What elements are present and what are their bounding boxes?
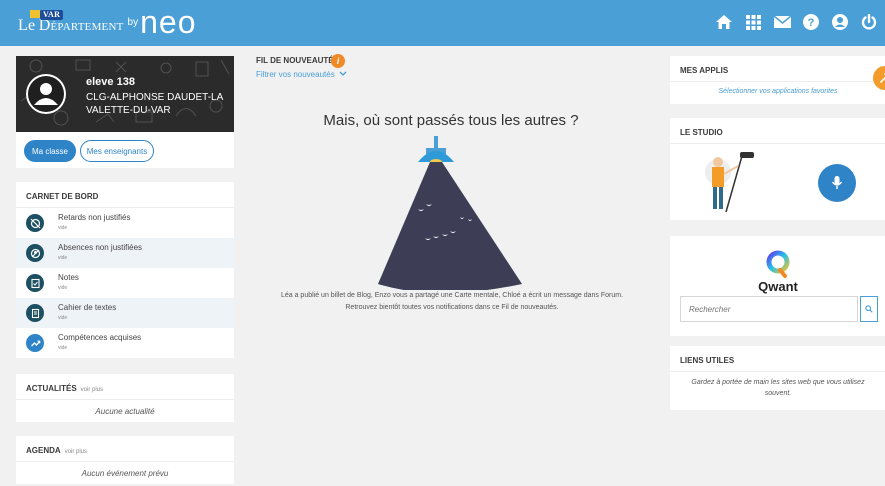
agenda-title: AGENDA voir plus	[16, 436, 234, 462]
carnet-item-retards[interactable]: Retards non justifiés vide	[16, 208, 234, 238]
carnet-item-sub: vide	[58, 255, 68, 261]
qwant-card: Qwant	[670, 236, 885, 336]
var-flag-icon	[30, 10, 40, 18]
qwant-search-input[interactable]	[680, 296, 858, 322]
carnet-item-notes[interactable]: Notes vide	[16, 268, 234, 298]
agenda-empty-message: Aucun événement prévu	[81, 469, 169, 478]
chevron-down-icon	[339, 71, 347, 76]
svg-text:?: ?	[808, 17, 815, 29]
book-icon	[26, 304, 44, 322]
top-bar: VAR Le Département by neo ?	[0, 0, 885, 46]
carnet-item-label: Compétences acquises	[58, 333, 142, 342]
logo-by: by	[127, 17, 139, 28]
power-icon[interactable]	[859, 12, 879, 32]
mes-enseignants-button[interactable]: Mes enseignants	[80, 140, 154, 162]
carnet-item-sub: vide	[58, 345, 68, 351]
carnet-item-sub: vide	[58, 315, 68, 321]
microphone-button[interactable]	[818, 164, 856, 202]
carnet-item-label: Cahier de textes	[58, 303, 117, 312]
profile-name: eleve 138	[86, 76, 135, 88]
carnet-item-sub: vide	[58, 225, 68, 231]
empty-feed-heading: Mais, où sont passés tous les autres ?	[323, 112, 579, 129]
clock-off-icon	[26, 214, 44, 232]
avatar[interactable]	[26, 74, 66, 114]
carnet-item-label: Notes	[58, 273, 79, 282]
liens-utiles-card: LIENS UTILES Gardez à portée de main les…	[670, 346, 885, 410]
trend-up-icon	[26, 334, 44, 352]
tools-icon	[880, 73, 885, 83]
actualites-card: ACTUALITÉS voir plus Aucune actualité	[16, 374, 234, 422]
liens-utiles-text: Gardez à portée de main les sites web qu…	[691, 379, 865, 397]
apps-grid-icon[interactable]	[743, 12, 763, 32]
search-icon	[865, 305, 873, 313]
carnet-item-absences[interactable]: Absences non justifiées vide	[16, 238, 234, 268]
logo-departement: VAR Le Département	[18, 10, 124, 40]
carnet-item-sub: vide	[58, 285, 68, 291]
logo-var-badge: VAR	[40, 10, 64, 20]
carnet-item-cahier[interactable]: Cahier de textes vide	[16, 298, 234, 328]
qwant-search-button[interactable]	[860, 296, 878, 322]
profile-banner: eleve 138 CLG-ALPHONSE DAUDET-LA VALETTE…	[16, 56, 234, 132]
carnet-item-competences[interactable]: Compétences acquises vide	[16, 328, 234, 358]
actualites-voir-plus-link[interactable]: voir plus	[81, 387, 103, 393]
carnet-de-bord-card: CARNET DE BORD Retards non justifiés vid…	[16, 182, 234, 358]
info-icon[interactable]: i	[331, 54, 345, 68]
absence-icon	[26, 244, 44, 262]
carnet-item-label: Retards non justifiés	[58, 213, 131, 222]
brand-logo[interactable]: VAR Le Département by neo	[18, 6, 197, 40]
actualites-title: ACTUALITÉS voir plus	[16, 374, 234, 400]
home-icon[interactable]	[714, 12, 734, 32]
help-icon[interactable]: ?	[801, 12, 821, 32]
logo-le: Le	[18, 17, 36, 34]
agenda-card: AGENDA voir plus Aucun événement prévu	[16, 436, 234, 484]
le-studio-title: LE STUDIO	[670, 118, 885, 144]
top-nav-icons: ?	[714, 12, 879, 32]
mail-icon[interactable]	[772, 12, 792, 32]
agenda-title-text: AGENDA	[26, 446, 61, 455]
mes-applis-card: MES APPLIS Sélectionner vos applications…	[670, 56, 885, 104]
carnet-item-label: Absences non justifiées	[58, 243, 143, 252]
empty-feed-message: Léa a publié un billet de Blog, Enzo vou…	[280, 292, 624, 311]
user-icon[interactable]	[830, 12, 850, 32]
select-favorite-apps-link[interactable]: Sélectionner vos applications favorites	[670, 82, 885, 95]
studio-reporter-illustration	[705, 152, 754, 213]
filtrer-label: Filtrer vos nouveautés	[256, 70, 335, 79]
carnet-title: CARNET DE BORD	[16, 182, 234, 208]
qwant-name: Qwant	[758, 279, 798, 294]
profile-school: CLG-ALPHONSE DAUDET-LA VALETTE-DU-VAR	[86, 92, 223, 116]
liens-utiles-title: LIENS UTILES	[670, 346, 885, 372]
le-studio-card: LE STUDIO	[670, 118, 885, 220]
filtrer-nouveautes-dropdown[interactable]: Filtrer vos nouveautés	[256, 70, 347, 79]
notes-icon	[26, 274, 44, 292]
microphone-icon	[831, 176, 843, 189]
fil-de-nouveautes-title: FIL DE NOUVEAUTÉS	[256, 56, 339, 65]
agenda-voir-plus-link[interactable]: voir plus	[65, 449, 87, 455]
mes-applis-title: MES APPLIS	[670, 56, 885, 82]
ma-classe-button[interactable]: Ma classe	[24, 140, 76, 162]
qwant-logo-icon	[766, 250, 790, 278]
logo-neo: neo	[140, 4, 197, 40]
actualites-empty-message: Aucune actualité	[95, 407, 155, 416]
lamp-illustration	[378, 136, 522, 290]
actualites-title-text: ACTUALITÉS	[26, 384, 77, 393]
